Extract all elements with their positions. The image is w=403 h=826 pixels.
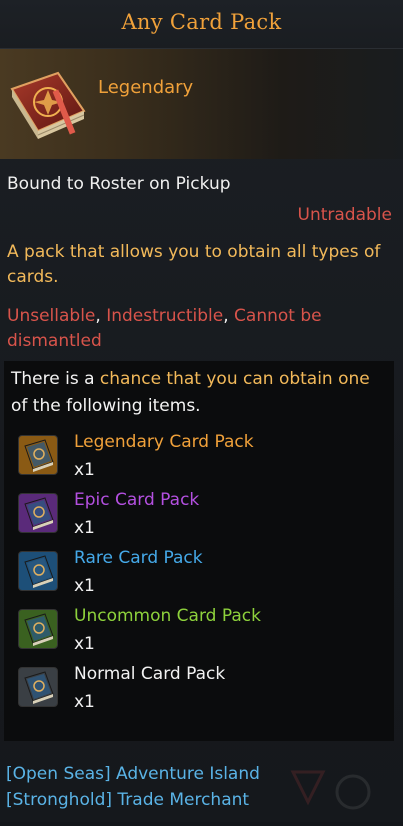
emblem-watermark-icon [283, 762, 383, 822]
bound-status: Bound to Roster on Pickup [7, 174, 231, 194]
content-item-rare: Rare Card Pack x1 [18, 545, 378, 601]
unsellable-label: Unsellable [7, 306, 96, 326]
intro-highlight: chance that you can obtain one [99, 369, 370, 389]
item-restrictions: Unsellable, Indestructible, Cannot be di… [7, 304, 397, 354]
separator: , [223, 306, 235, 326]
content-item-normal: Normal Card Pack x1 [18, 661, 378, 717]
content-item-name: Normal Card Pack [74, 664, 226, 684]
card-pack-icon [18, 551, 58, 591]
contents-intro: There is a chance that you can obtain on… [11, 366, 386, 420]
red-tome-icon [6, 59, 90, 155]
item-header: Legendary [0, 49, 403, 159]
title-bar: Any Card Pack [0, 0, 403, 49]
source-link-adventure-island[interactable]: [Open Seas] Adventure Island [6, 762, 260, 786]
item-title: Any Card Pack [121, 10, 282, 34]
content-item-name: Legendary Card Pack [74, 432, 254, 452]
content-item-qty: x1 [74, 460, 95, 480]
content-item-qty: x1 [74, 692, 95, 712]
content-item-epic: Epic Card Pack x1 [18, 487, 378, 543]
content-item-name: Uncommon Card Pack [74, 606, 261, 626]
card-pack-icon [18, 493, 58, 533]
content-item-name: Epic Card Pack [74, 490, 200, 510]
content-item-qty: x1 [74, 634, 95, 654]
card-pack-icon [18, 667, 58, 707]
source-link-trade-merchant[interactable]: [Stronghold] Trade Merchant [6, 788, 249, 812]
content-item-qty: x1 [74, 576, 95, 596]
content-item-name: Rare Card Pack [74, 548, 203, 568]
content-item-qty: x1 [74, 518, 95, 538]
trade-status: Untradable [297, 205, 392, 225]
item-grade: Legendary [98, 77, 194, 98]
card-pack-icon [18, 435, 58, 475]
card-pack-icon [18, 609, 58, 649]
indestructible-label: Indestructible [106, 306, 224, 326]
pack-contents-panel: There is a chance that you can obtain on… [4, 361, 394, 741]
item-description: A pack that allows you to obtain all typ… [7, 242, 381, 287]
intro-suffix: of the following items. [11, 396, 201, 416]
separator: , [95, 306, 107, 326]
intro-prefix: There is a [11, 369, 100, 389]
item-tooltip: Any Card Pack Legendary Bound to Roster … [0, 0, 403, 822]
content-item-legendary: Legendary Card Pack x1 [18, 429, 378, 485]
content-item-uncommon: Uncommon Card Pack x1 [18, 603, 378, 659]
